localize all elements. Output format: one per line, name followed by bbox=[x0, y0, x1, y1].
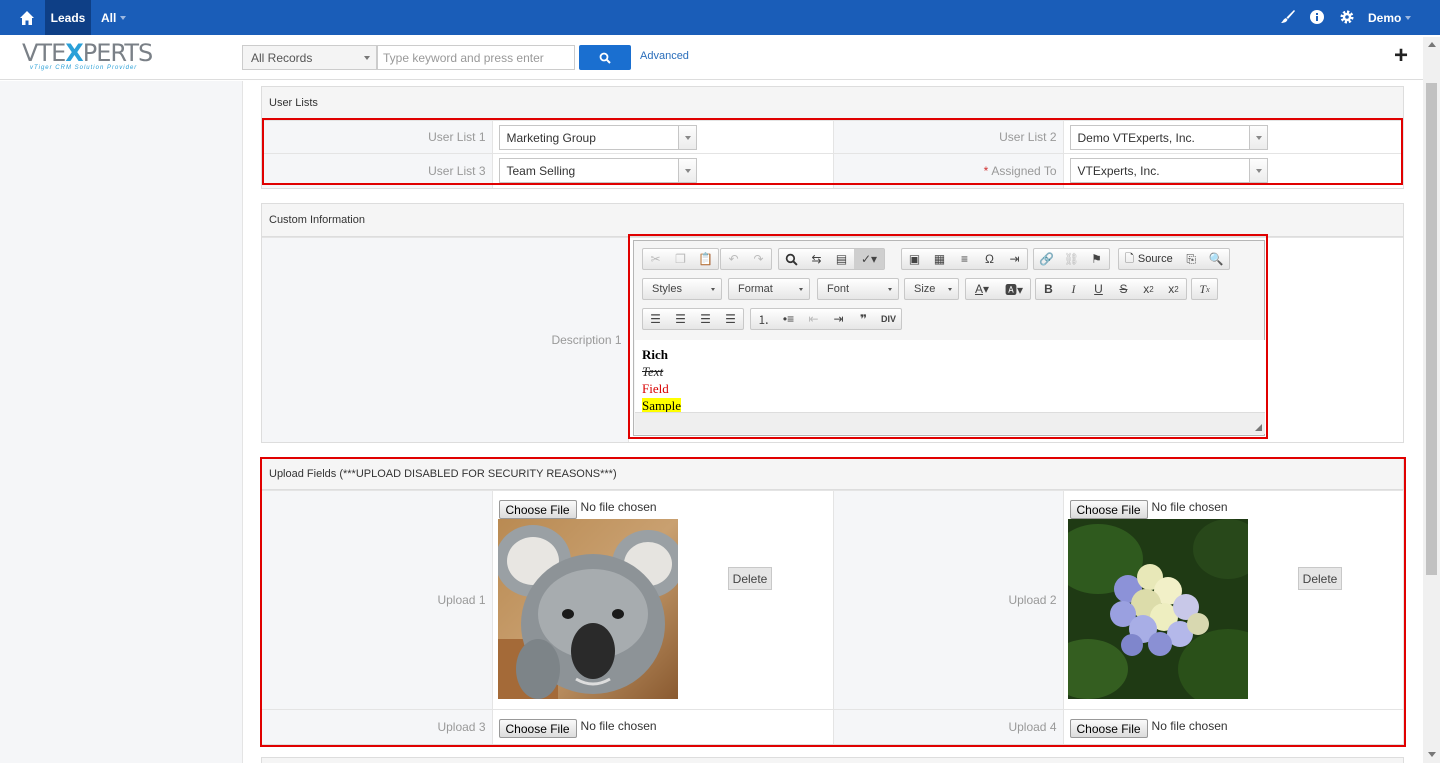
advanced-search-link[interactable]: Advanced bbox=[640, 50, 689, 62]
chevron-down-icon bbox=[120, 15, 127, 20]
all-menu[interactable]: All bbox=[101, 0, 127, 35]
records-select-value: All Records bbox=[251, 51, 313, 65]
highlight-box-upload bbox=[260, 457, 1406, 747]
logo-text-b: PERTS bbox=[82, 39, 153, 67]
highlight-box-editor bbox=[628, 234, 1268, 439]
info-icon[interactable] bbox=[1309, 9, 1325, 25]
description-label: Description 1 bbox=[262, 237, 629, 442]
scrollbar-thumb[interactable] bbox=[1426, 83, 1437, 575]
page-scrollbar[interactable] bbox=[1423, 37, 1440, 763]
search-input[interactable] bbox=[377, 45, 575, 70]
brush-icon[interactable] bbox=[1280, 9, 1296, 25]
header-bar: VTEXPERTS vTiger CRM Solution Provider A… bbox=[0, 35, 1440, 80]
top-navbar: Leads All Demo bbox=[0, 0, 1440, 35]
vtexperts-logo[interactable]: VTEXPERTS vTiger CRM Solution Provider bbox=[22, 41, 162, 75]
highlight-box-user-lists bbox=[262, 118, 1403, 185]
user-menu[interactable]: Demo bbox=[1368, 0, 1412, 35]
next-block-edge bbox=[261, 757, 1404, 763]
user-name: Demo bbox=[1368, 10, 1402, 25]
module-tab-leads[interactable]: Leads bbox=[45, 0, 91, 35]
scroll-up-icon[interactable] bbox=[1428, 42, 1436, 47]
search-button[interactable] bbox=[579, 45, 631, 70]
chevron-down-icon bbox=[364, 56, 370, 60]
scroll-down-icon[interactable] bbox=[1428, 752, 1436, 757]
logo-text-a: VTE bbox=[22, 39, 66, 67]
custom-info-title: Custom Information bbox=[262, 204, 1403, 237]
user-lists-title: User Lists bbox=[262, 87, 1403, 120]
home-icon[interactable] bbox=[10, 0, 44, 35]
all-menu-label: All bbox=[101, 10, 117, 25]
search-icon bbox=[599, 52, 611, 64]
left-sidebar bbox=[0, 81, 243, 763]
logo-text-x: X bbox=[65, 39, 83, 67]
add-icon[interactable]: + bbox=[1391, 44, 1411, 68]
records-select[interactable]: All Records bbox=[242, 45, 377, 70]
chevron-down-icon bbox=[1405, 15, 1412, 20]
gear-icon[interactable] bbox=[1339, 9, 1355, 25]
